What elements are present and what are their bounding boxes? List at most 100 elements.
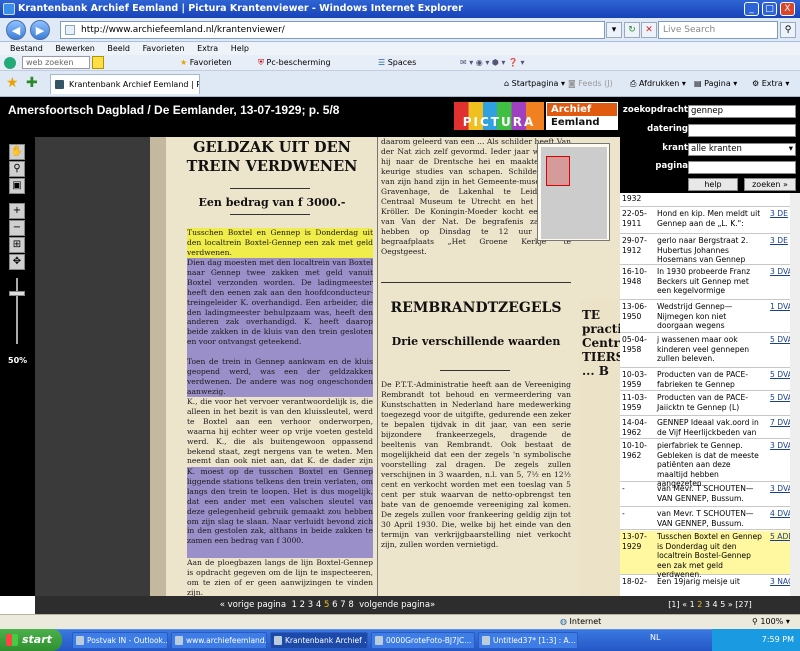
address-dropdown-button[interactable]: ▾ — [606, 22, 622, 38]
result-row[interactable]: 11-03-1959 Producten van de PACE-Jaiickt… — [620, 392, 800, 416]
results-page-4[interactable]: 4 — [713, 600, 718, 609]
live-search-button[interactable]: ⚲ — [780, 22, 796, 38]
result-row[interactable]: 22-05-1911 Hond en kip. Men meldt uit Ge… — [620, 208, 800, 234]
article-para-highlighted[interactable]: Tusschen Boxtel en Gennep is Donderdag u… — [187, 228, 373, 258]
krant-select[interactable]: alle kranten ▾ — [688, 143, 796, 156]
results-scrollbar[interactable] — [790, 193, 800, 596]
stop-button[interactable]: ✕ — [641, 22, 657, 38]
back-button[interactable]: ◀ — [6, 20, 26, 40]
page-link-3[interactable]: 3 — [308, 600, 313, 610]
page-link-2[interactable]: 2 — [300, 600, 305, 610]
fit-page-tool[interactable]: ▣ — [9, 178, 25, 194]
language-indicator[interactable]: NL — [650, 633, 660, 642]
select-area-tool[interactable]: ⊞ — [9, 237, 25, 253]
results-pagination: [1] « 1 2 3 4 5 » [27] — [620, 596, 800, 614]
live-search-input[interactable]: Live Search — [658, 21, 778, 39]
article-para-2[interactable]: Dien dag moesten met den localtrein van … — [187, 258, 373, 357]
taskbar-untitled[interactable]: Untitled37* [1:3] : A... — [478, 632, 578, 649]
page-link-7[interactable]: 7 — [340, 600, 345, 610]
result-row[interactable]: 18-02- Een 19jarig meisje uit 3 NAC — [620, 576, 800, 596]
favorites-center-star-icon[interactable]: ★ — [6, 75, 19, 91]
results-first-link[interactable]: [1] — [668, 600, 679, 609]
result-row[interactable]: 1932 — [620, 193, 800, 207]
zoom-out-icon: − — [12, 222, 22, 233]
pagina-input[interactable] — [688, 161, 796, 174]
results-page-2-current[interactable]: 2 — [697, 600, 702, 609]
result-row[interactable]: 10-03-1959 Producten van de PACE-fabriek… — [620, 369, 800, 391]
result-row[interactable]: 16-10-1948 In 1930 probeerde Franz Becke… — [620, 266, 800, 300]
zoom-in-tool[interactable]: + — [9, 203, 25, 219]
refresh-button[interactable]: ↻ — [624, 22, 640, 38]
page-link-4[interactable]: 4 — [316, 600, 321, 610]
web-search-input[interactable]: web zoeken — [22, 56, 90, 69]
result-row[interactable]: - van Mevr. T SCHOUTEN— VAN GENNEP, Buss… — [620, 508, 800, 530]
zoom-slider-handle[interactable] — [9, 291, 25, 296]
result-row[interactable]: - van Mevr. T SCHOUTEN— VAN GENNEP, Buss… — [620, 483, 800, 507]
spaces-button[interactable]: ☰ Spaces — [378, 55, 416, 71]
archief-eemland-logo[interactable]: Archief Eemland — [546, 102, 618, 130]
zoeken-button[interactable]: zoeken » — [744, 178, 796, 191]
magnify-tool[interactable]: ⚲ — [9, 161, 25, 177]
zoekopdracht-input[interactable]: gennep — [688, 105, 796, 118]
result-row[interactable]: 14-04-1962 GENNEP Ideaal vak.oord in de … — [620, 417, 800, 439]
results-prev-link[interactable]: « — [682, 600, 687, 609]
forward-button[interactable]: ▶ — [30, 20, 50, 40]
help-button[interactable]: help — [688, 178, 738, 191]
page-link-1[interactable]: 1 — [291, 600, 296, 610]
start-button[interactable]: start — [0, 629, 62, 651]
result-row[interactable]: 13-06-1950 Wedstrijd Gennep— Nijmegen ko… — [620, 301, 800, 333]
menu-help[interactable]: Help — [231, 44, 249, 53]
pagina-button[interactable]: ▤ Pagina ▾ — [694, 77, 737, 91]
prev-page-link[interactable]: « vorige pagina — [220, 600, 286, 610]
menu-beeld[interactable]: Beeld — [107, 44, 130, 53]
pictura-logo[interactable]: PICTURA — [454, 102, 544, 130]
results-page-3[interactable]: 3 — [705, 600, 710, 609]
feeds-button[interactable]: ◙ Feeds (J) — [568, 77, 613, 91]
pan-hand-tool[interactable]: ✋ — [9, 144, 25, 160]
taskbar-krantenbank[interactable]: Krantenbank Archief ... — [270, 632, 368, 649]
zoom-slider-track[interactable] — [16, 278, 18, 344]
datering-input[interactable] — [688, 124, 796, 137]
minimize-button[interactable]: _ — [744, 2, 759, 16]
article-para-5[interactable]: K. moest op de tusschen Boxtel en Gennep… — [187, 467, 373, 558]
minimap-viewport-box[interactable] — [546, 156, 570, 186]
afdrukken-button[interactable]: ⎙ Afdrukken ▾ — [630, 77, 686, 91]
results-last-link[interactable]: [27] — [735, 600, 751, 609]
taskbar-grotefoto[interactable]: 0000GroteFoto-BJ7JC... — [371, 632, 475, 649]
page-link-5-current[interactable]: 5 — [324, 600, 329, 610]
zoom-out-tool[interactable]: − — [9, 220, 25, 236]
menu-bewerken[interactable]: Bewerken — [55, 44, 95, 53]
taskbar-archiefeemland[interactable]: www.archiefeemland... — [171, 632, 267, 649]
add-favorite-icon[interactable]: ✚ — [26, 75, 38, 91]
results-page-1[interactable]: 1 — [690, 600, 695, 609]
extra-button[interactable]: ⚙ Extra ▾ — [752, 77, 789, 91]
close-window-button[interactable]: X — [780, 2, 795, 16]
pc-bescherming-button[interactable]: ⛨ Pc-bescherming — [258, 55, 331, 71]
result-row-current[interactable]: 13-07-1929 Tusschen Boxtel en Gennep is … — [620, 531, 800, 579]
page-link-6[interactable]: 6 — [332, 600, 337, 610]
favorieten-button[interactable]: ★ Favorieten — [180, 55, 232, 71]
logo-eemland-text: Eemland — [547, 116, 617, 130]
results-next-link[interactable]: » — [728, 600, 733, 609]
url-input[interactable]: http://www.archiefeemland.nl/krantenview… — [60, 21, 605, 39]
result-row[interactable]: 05-04-1958 j wassenen maar ook kinderen … — [620, 334, 800, 368]
taskbar-outlook[interactable]: Postvak IN - Outlook... — [72, 632, 168, 649]
tab-krantenbank[interactable]: Krantenbank Archief Eemland | Pictura Kr… — [50, 74, 200, 94]
toolbar-extra-icons[interactable]: ✉ ▾ ◉ ▾ ⬢ ▾ ❓ ▾ — [460, 55, 525, 71]
result-row[interactable]: 29-07-1912 gerlo naar Bergstraat 2. Hube… — [620, 235, 800, 265]
clock[interactable]: 7:59 PM — [762, 635, 794, 644]
page-link-8[interactable]: 8 — [348, 600, 353, 610]
next-page-link[interactable]: volgende pagina» — [359, 600, 435, 610]
zoom-level[interactable]: ⚲ 100% ▾ — [752, 615, 790, 629]
menu-favorieten[interactable]: Favorieten — [143, 44, 185, 53]
article-para-3[interactable]: Toen de trein in Gennep aankwam en de kl… — [187, 357, 373, 397]
move-tool[interactable]: ✥ — [9, 254, 25, 270]
menu-extra[interactable]: Extra — [197, 44, 218, 53]
result-row[interactable]: 10-10-1962 pierfabriek te Gennep. Geblek… — [620, 440, 800, 488]
menu-bestand[interactable]: Bestand — [10, 44, 43, 53]
page-overview-minimap[interactable] — [537, 143, 610, 241]
startpagina-button[interactable]: ⌂ Startpagina ▾ — [504, 77, 565, 91]
search-go-icon[interactable] — [92, 56, 104, 69]
results-page-5[interactable]: 5 — [720, 600, 725, 609]
maximize-button[interactable]: □ — [762, 2, 777, 16]
